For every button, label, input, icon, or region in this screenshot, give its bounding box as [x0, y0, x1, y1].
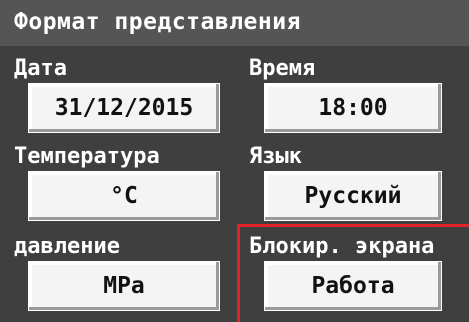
page-title: Формат представления [14, 9, 301, 35]
temperature-unit-button[interactable]: °C [28, 171, 220, 221]
language-label: Язык [249, 144, 302, 169]
date-label: Дата [14, 56, 67, 81]
pressure-unit-button[interactable]: MPa [28, 261, 220, 311]
time-button[interactable]: 18:00 [264, 83, 442, 133]
screen-lock-label: Блокир. экрана [249, 234, 435, 259]
temperature-label: Температура [14, 144, 160, 169]
header-bar: Формат представления [0, 0, 469, 46]
pressure-label: давление [14, 234, 120, 259]
time-label: Время [249, 56, 316, 81]
display-format-screen: Формат представления Дата 31/12/2015 Вре… [0, 0, 469, 322]
date-button[interactable]: 31/12/2015 [28, 83, 220, 133]
language-button[interactable]: Русский [264, 171, 442, 221]
screen-lock-button[interactable]: Работа [264, 261, 442, 311]
